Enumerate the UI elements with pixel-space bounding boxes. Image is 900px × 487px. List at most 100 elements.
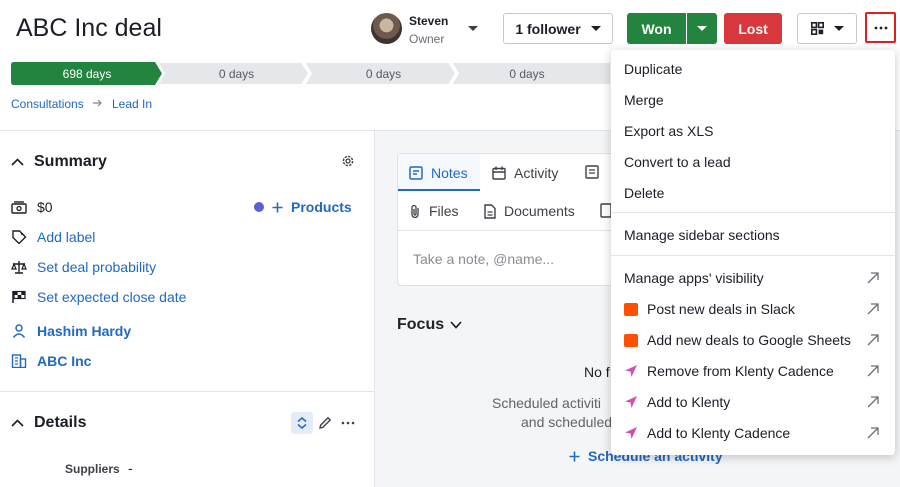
won-dropdown-button[interactable] [687, 13, 717, 44]
note-input[interactable]: Take a note, @name... [413, 251, 554, 267]
focus-header[interactable]: Focus [397, 316, 462, 334]
document-icon [484, 203, 496, 219]
menu-item-manage-apps[interactable]: Manage apps' visibility [624, 270, 764, 286]
more-tabs-icon[interactable] [585, 165, 599, 179]
pipeline-stage-1[interactable]: 698 days [11, 62, 163, 85]
owner-avatar[interactable] [371, 13, 402, 44]
owner-name[interactable]: Steven [409, 14, 448, 28]
tab-files-label: Files [429, 203, 459, 219]
menu-item-manage-apps-label: Manage apps' visibility [624, 270, 764, 286]
close-date-link: Set expected close date [37, 289, 187, 305]
person-row[interactable]: Hashim Hardy [11, 323, 131, 339]
more-actions-button[interactable] [865, 12, 896, 43]
tag-icon [11, 230, 27, 244]
note-icon [409, 166, 423, 180]
menu-item-add-klenty-cadence-label: Add to Klenty Cadence [647, 425, 791, 441]
organization-row[interactable]: ABC Inc [11, 353, 91, 369]
menu-item-merge[interactable]: Merge [624, 92, 664, 108]
chevron-up-icon [11, 419, 24, 427]
deal-probability-link: Set deal probability [37, 259, 157, 275]
chevron-down-icon[interactable] [467, 25, 479, 33]
external-link-icon [866, 302, 880, 316]
add-label-row[interactable]: Add label [11, 229, 95, 245]
external-link-icon [866, 271, 880, 285]
chevron-down-icon [833, 25, 844, 32]
products-dot [254, 202, 264, 212]
details-title: Details [34, 414, 87, 431]
breadcrumb-pipeline[interactable]: Consultations [11, 97, 84, 111]
products-label: Products [291, 199, 352, 215]
tab-files[interactable]: Files [409, 203, 459, 219]
reorder-button[interactable] [291, 412, 313, 434]
money-icon [11, 200, 27, 214]
summary-header[interactable]: Summary [11, 153, 107, 171]
pencil-icon[interactable] [318, 416, 332, 430]
suppliers-label: Suppliers [65, 462, 120, 476]
focus-scheduled-line2: and scheduled [521, 414, 613, 430]
menu-item-remove-klenty-cadence[interactable]: Remove from Klenty Cadence [624, 363, 834, 379]
sort-icon [297, 417, 307, 429]
tab-activity[interactable]: Activity [492, 165, 558, 181]
menu-item-remove-klenty-cadence-label: Remove from Klenty Cadence [647, 363, 834, 379]
chevron-down-icon [697, 25, 707, 32]
external-link-icon [866, 395, 880, 409]
calendar-icon [492, 166, 506, 180]
klenty-icon [624, 364, 638, 378]
close-date-row[interactable]: Set expected close date [11, 289, 186, 305]
menu-item-google-sheets[interactable]: Add new deals to Google Sheets [624, 332, 851, 348]
menu-item-add-klenty[interactable]: Add to Klenty [624, 394, 730, 410]
lost-button[interactable]: Lost [724, 13, 782, 44]
person-link: Hashim Hardy [37, 323, 132, 339]
chevron-down-icon [590, 25, 601, 32]
ellipsis-icon [874, 26, 888, 30]
menu-item-slack[interactable]: Post new deals in Slack [624, 301, 795, 317]
external-link-icon [866, 426, 880, 440]
composer-divider [398, 230, 626, 231]
deal-value-row[interactable]: $0 [11, 199, 53, 215]
organization-link: ABC Inc [37, 353, 92, 369]
grid-icon [810, 22, 824, 35]
tab-documents[interactable]: Documents [484, 203, 575, 219]
tab-notes[interactable]: Notes [409, 165, 468, 181]
menu-item-slack-label: Post new deals in Slack [647, 301, 795, 317]
deal-probability-row[interactable]: Set deal probability [11, 259, 156, 275]
summary-divider [0, 391, 374, 392]
flag-icon [11, 290, 27, 304]
ellipsis-icon[interactable] [341, 421, 355, 425]
menu-item-convert-to-lead[interactable]: Convert to a lead [624, 154, 731, 170]
menu-item-manage-sidebar[interactable]: Manage sidebar sections [624, 227, 780, 243]
chevron-down-icon [450, 321, 462, 329]
pipeline-stage-3[interactable]: 0 days [310, 62, 457, 85]
klenty-icon [624, 395, 638, 409]
breadcrumb-stage[interactable]: Lead In [112, 97, 152, 111]
view-mode-button[interactable] [797, 13, 857, 44]
page-title: ABC Inc deal [16, 14, 162, 42]
suppliers-value[interactable]: - [128, 460, 133, 476]
focus-title: Focus [397, 316, 445, 333]
tab-documents-label: Documents [504, 203, 575, 219]
deal-value: $0 [37, 199, 53, 215]
focus-scheduled-line1: Scheduled activiti [492, 395, 601, 411]
plus-icon [569, 451, 580, 462]
building-icon [11, 354, 27, 368]
add-products-button[interactable]: Products [272, 199, 352, 215]
menu-item-duplicate[interactable]: Duplicate [624, 61, 682, 77]
gear-icon[interactable] [341, 154, 355, 168]
menu-item-add-klenty-cadence[interactable]: Add to Klenty Cadence [624, 425, 790, 441]
pipeline-stage-4[interactable]: 0 days [457, 62, 597, 85]
menu-item-google-sheets-label: Add new deals to Google Sheets [647, 332, 851, 348]
scale-icon [11, 260, 27, 274]
summary-title: Summary [34, 153, 107, 170]
won-button[interactable]: Won [627, 13, 686, 44]
paperclip-icon [409, 204, 421, 219]
zapier-icon [624, 302, 638, 316]
details-header[interactable]: Details [11, 414, 86, 432]
tab-activity-label: Activity [514, 165, 559, 181]
follower-button[interactable]: 1 follower [503, 13, 613, 44]
menu-item-delete[interactable]: Delete [624, 185, 664, 201]
pipeline-stage-2[interactable]: 0 days [163, 62, 310, 85]
zapier-icon [624, 333, 638, 347]
menu-item-export-xls[interactable]: Export as XLS [624, 123, 714, 139]
menu-divider [611, 255, 895, 256]
chevron-up-icon [11, 158, 24, 166]
